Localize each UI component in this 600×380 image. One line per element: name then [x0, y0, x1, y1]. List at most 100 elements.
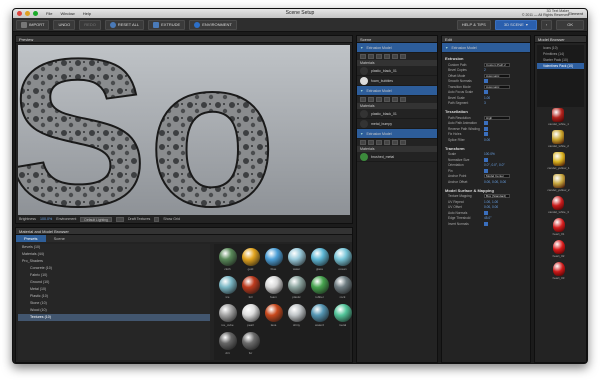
tab-scene[interactable]: Scene: [46, 235, 73, 242]
material-swatch[interactable]: fur: [240, 331, 261, 357]
property-value[interactable]: Box (Standard): [484, 194, 510, 199]
tree-item[interactable]: Textures (10): [18, 314, 210, 321]
control-button[interactable]: [384, 140, 390, 145]
brightness-value[interactable]: 100.0%: [40, 217, 52, 221]
material-swatch[interactable]: shiny: [286, 303, 307, 329]
tree-item[interactable]: Metal (10): [18, 286, 210, 293]
reset-all-button[interactable]: RESET ALL: [104, 19, 145, 30]
show-grid-checkbox[interactable]: [154, 216, 160, 222]
property-value[interactable]: Model Center: [484, 174, 510, 179]
model-thumb[interactable]: heart_01: [552, 218, 565, 239]
environment-button[interactable]: ENVIRONMENT: [189, 19, 237, 30]
material-swatch[interactable]: pearl: [240, 303, 261, 329]
property-value[interactable]: [484, 132, 488, 137]
control-button[interactable]: [360, 140, 366, 145]
control-button[interactable]: [384, 54, 390, 59]
material-swatch[interactable]: ice_cube: [217, 303, 238, 329]
control-button[interactable]: [368, 97, 374, 102]
extrude-button[interactable]: EXTRUDE: [148, 19, 186, 30]
forward-button[interactable]: ›: [540, 19, 553, 30]
property-value[interactable]: High: [484, 115, 510, 120]
tree-item[interactable]: Stone (10): [18, 300, 210, 307]
draft-textures-checkbox[interactable]: [115, 216, 124, 222]
control-button[interactable]: [376, 140, 382, 145]
control-button[interactable]: [360, 54, 366, 59]
extrusion-model-row[interactable]: ▼ Extrusion Model: [357, 86, 437, 96]
control-button[interactable]: [392, 97, 398, 102]
property-value[interactable]: [484, 157, 488, 162]
material-swatch[interactable]: dirt: [217, 331, 238, 357]
model-thumb[interactable]: heart_02: [552, 240, 565, 261]
property-value[interactable]: [484, 126, 488, 131]
help-tips-button[interactable]: HELP & TIPS: [456, 19, 491, 30]
property-value[interactable]: 100.0%: [484, 152, 495, 156]
tree-item[interactable]: Materials (44): [18, 251, 210, 258]
material-swatch[interactable]: water2: [309, 303, 330, 329]
material-swatch[interactable]: glass: [309, 247, 330, 273]
property-value[interactable]: 0.00, 0.00, 0.00: [484, 180, 506, 184]
material-swatch[interactable]: water: [286, 247, 307, 273]
control-button[interactable]: [392, 140, 398, 145]
model-thumb[interactable]: candel_yellow_1: [547, 152, 570, 173]
property-value[interactable]: 1.00: [484, 96, 490, 100]
model-thumb[interactable]: candel_white_3: [548, 196, 569, 217]
material-item[interactable]: metal_bumpy: [357, 119, 437, 129]
property-value[interactable]: 0.0°, 0.0°, 0.0°: [484, 163, 505, 167]
material-swatch[interactable]: rock: [332, 275, 353, 301]
undo-button[interactable]: UNDO: [53, 19, 76, 30]
tree-item[interactable]: Ground (10): [18, 279, 210, 286]
property-value[interactable]: 3: [484, 101, 486, 105]
control-button[interactable]: [368, 140, 374, 145]
model-thumb[interactable]: heart_03: [552, 262, 565, 283]
redo-button[interactable]: REDO: [79, 19, 101, 30]
extrusion-model-row[interactable]: ▼ Extrusion Model: [357, 43, 437, 53]
control-button[interactable]: [360, 97, 366, 102]
material-item[interactable]: plastic_black_01: [357, 66, 437, 76]
tree-item[interactable]: Pro_Shaders: [18, 258, 210, 265]
tree-item[interactable]: Plastic (10): [18, 293, 210, 300]
model-thumb[interactable]: candel_white_2: [548, 130, 569, 151]
3d-viewport[interactable]: So: [18, 45, 350, 215]
control-button[interactable]: [384, 97, 390, 102]
import-button[interactable]: IMPORT: [16, 19, 50, 30]
control-button[interactable]: [376, 97, 382, 102]
material-swatch[interactable]: plastic: [286, 275, 307, 301]
material-swatch[interactable]: ocean: [332, 247, 353, 273]
property-value[interactable]: 2: [484, 68, 486, 72]
property-value[interactable]: Automatic: [484, 84, 510, 89]
control-button[interactable]: [368, 54, 374, 59]
model-thumb[interactable]: candel_white_1: [548, 108, 569, 129]
material-swatch[interactable]: rubber: [309, 275, 330, 301]
control-button[interactable]: [400, 97, 406, 102]
property-value[interactable]: [484, 221, 488, 226]
property-value[interactable]: 1.00, 1.00: [484, 200, 498, 204]
model-thumb[interactable]: candel_yellow_2: [547, 174, 570, 195]
tab-presets[interactable]: Presets: [16, 235, 46, 242]
property-value[interactable]: [484, 121, 488, 126]
ok-button[interactable]: OK: [556, 19, 584, 30]
material-item[interactable]: plastic_black_01: [357, 109, 437, 119]
extrusion-model-row[interactable]: ▼ Extrusion Model: [357, 129, 437, 139]
material-swatch[interactable]: foil: [240, 275, 261, 301]
material-item[interactable]: foam_bubbles: [357, 76, 437, 86]
material-swatch[interactable]: metal: [332, 303, 353, 329]
material-swatch[interactable]: lava: [263, 303, 284, 329]
property-value[interactable]: [484, 168, 488, 173]
control-button[interactable]: [400, 140, 406, 145]
user-name[interactable]: Element: [568, 11, 583, 16]
3d-scene-button[interactable]: 3D SCENE ▾: [494, 19, 537, 30]
material-swatch[interactable]: foam: [263, 275, 284, 301]
property-value[interactable]: [484, 90, 488, 95]
property-value[interactable]: Custom Path 2: [484, 62, 510, 67]
tree-item[interactable]: Wood (10): [18, 307, 210, 314]
model-category-item[interactable]: Valentines Pack (10): [537, 63, 584, 69]
property-value[interactable]: 0.00, 0.00: [484, 205, 498, 209]
tree-item[interactable]: Bevels (10): [18, 244, 210, 251]
material-swatch[interactable]: ice: [217, 275, 238, 301]
property-value[interactable]: 45.0°: [484, 216, 491, 220]
property-value[interactable]: Automatic: [484, 73, 510, 78]
tree-item[interactable]: Fabric (10): [18, 272, 210, 279]
property-value[interactable]: [484, 210, 488, 215]
material-swatch[interactable]: cloth: [217, 247, 238, 273]
material-swatch[interactable]: gold: [240, 247, 261, 273]
